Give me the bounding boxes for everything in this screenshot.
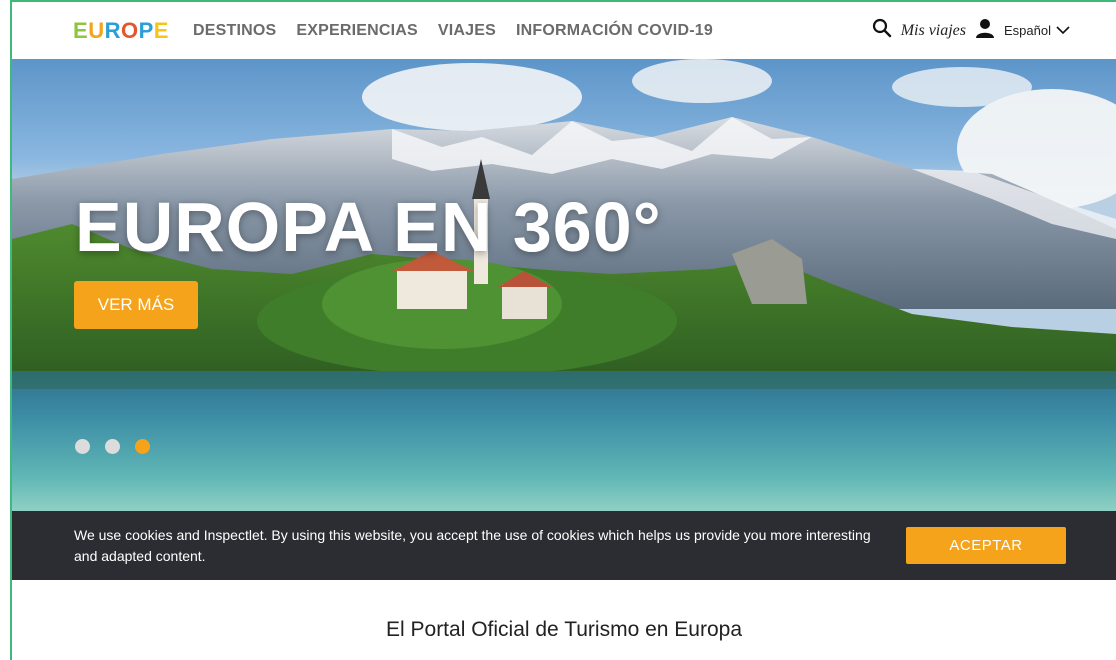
site-header: E U R O P E DESTINOS EXPERIENCIAS VIAJES… xyxy=(12,2,1116,59)
nav-experiencias[interactable]: EXPERIENCIAS xyxy=(296,22,418,40)
search-icon[interactable] xyxy=(872,18,892,43)
europe-logo[interactable]: E U R O P E xyxy=(73,18,169,44)
accept-cookies-button[interactable]: ACEPTAR xyxy=(906,527,1066,564)
cookie-banner: We use cookies and Inspectlet. By using … xyxy=(12,511,1116,580)
nav-covid-info[interactable]: INFORMACIÓN COVID-19 xyxy=(516,22,713,40)
user-icon[interactable] xyxy=(975,18,995,43)
main-nav: DESTINOS EXPERIENCIAS VIAJES INFORMACIÓN… xyxy=(193,22,713,40)
nav-destinos[interactable]: DESTINOS xyxy=(193,22,276,40)
carousel-indicators xyxy=(75,439,150,454)
carousel-dot[interactable] xyxy=(75,439,90,454)
logo-letter: R xyxy=(104,17,121,43)
logo-letter: U xyxy=(88,17,105,43)
chevron-down-icon xyxy=(1056,23,1070,38)
section-title: El Portal Oficial de Turismo en Europa xyxy=(386,618,742,641)
carousel-dot[interactable] xyxy=(105,439,120,454)
mis-viajes-link[interactable]: Mis viajes xyxy=(901,22,966,40)
logo-letter: E xyxy=(73,17,89,43)
logo-letter: P xyxy=(138,17,154,43)
header-tools: Mis viajes Español xyxy=(872,18,1070,43)
carousel-dot-active[interactable] xyxy=(135,439,150,454)
hero-title: EUROPA EN 360° xyxy=(75,188,662,266)
logo-letter: E xyxy=(153,17,169,43)
nav-viajes[interactable]: VIAJES xyxy=(438,22,496,40)
language-label: Español xyxy=(1004,23,1051,38)
ver-mas-button[interactable]: VER MÁS xyxy=(74,281,198,329)
hero-banner: EUROPA EN 360° VER MÁS xyxy=(12,59,1116,511)
language-selector[interactable]: Español xyxy=(1004,23,1070,38)
logo-letter: O xyxy=(120,17,139,43)
cookie-message: We use cookies and Inspectlet. By using … xyxy=(74,526,871,564)
